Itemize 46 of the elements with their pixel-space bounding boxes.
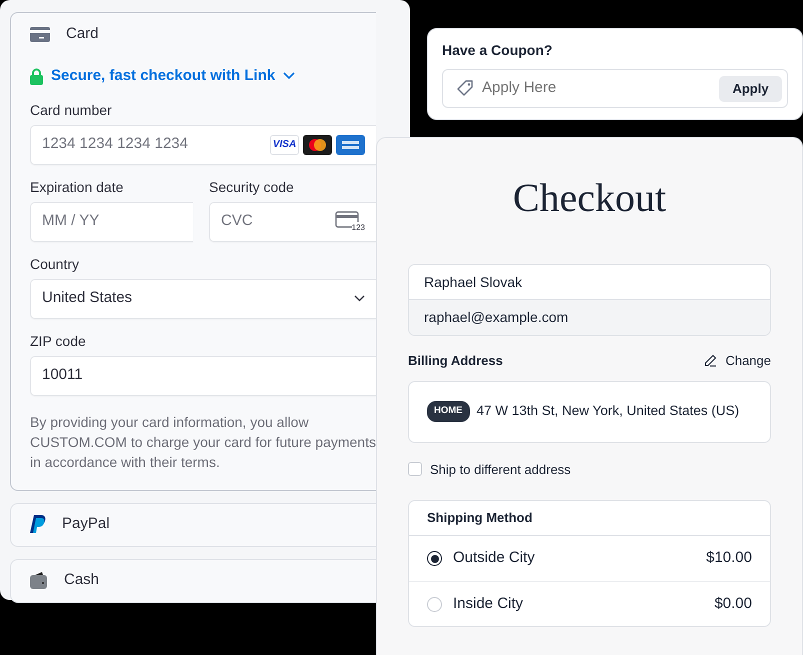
name-field[interactable]: Raphael Slovak	[409, 265, 770, 300]
checkbox-label: Ship to different address	[430, 460, 571, 479]
email-field[interactable]: raphael@example.com	[409, 300, 770, 335]
security-code-field[interactable]: CVC 123	[209, 202, 376, 242]
option-price: $10.00	[706, 548, 752, 568]
option-label: Inside City	[453, 594, 524, 614]
payment-method-panel[interactable]: PayPal	[10, 502, 376, 546]
field-label: Country	[30, 254, 80, 274]
section-title: Shipping Method	[409, 501, 770, 536]
zip-code-field[interactable]: 10011	[30, 356, 376, 396]
option-label: Outside City	[453, 548, 536, 568]
field-label: Expiration date	[30, 178, 124, 197]
card-icon	[30, 26, 50, 42]
method-label: Cash	[64, 570, 100, 590]
payment-method-panel[interactable]: Cash	[10, 558, 376, 602]
field-label: Card number	[30, 100, 113, 120]
radio-button[interactable]	[427, 551, 442, 566]
payment-method-panel[interactable]	[10, 12, 376, 490]
country-select[interactable]: United States	[30, 278, 376, 318]
coupon-field[interactable]: Apply Here Apply	[442, 69, 788, 108]
mastercard-icon	[303, 134, 332, 154]
apply-button[interactable]: Apply	[719, 76, 782, 102]
method-label: PayPal	[62, 514, 110, 534]
checkout-title: Checkout	[512, 174, 668, 222]
address-text: 47 W 13th St, New York, United States (US)	[476, 402, 740, 420]
lock-icon	[30, 68, 43, 85]
change-link[interactable]: Change	[704, 351, 771, 370]
pencil-icon	[704, 354, 718, 368]
link-text[interactable]: Secure, fast checkout with Link	[51, 65, 276, 88]
chevron-down-icon	[354, 295, 365, 302]
field-label: Security code	[209, 178, 295, 197]
paypal-icon	[30, 515, 46, 534]
coupon-title: Have a Coupon?	[442, 41, 554, 60]
address-tag: HOME	[427, 401, 470, 422]
chevron-down-icon	[283, 72, 296, 80]
option-price: $0.00	[714, 594, 752, 614]
tag-icon	[457, 80, 474, 97]
section-label: Billing Address	[408, 352, 503, 370]
method-label: Card	[66, 24, 99, 44]
expiration-field[interactable]: MM / YY	[30, 202, 194, 242]
card-number-field[interactable]: 1234 1234 1234 1234 VISA	[30, 124, 376, 164]
wallet-icon	[30, 572, 48, 589]
field-label: ZIP code	[30, 332, 87, 350]
checkbox[interactable]	[408, 462, 422, 476]
visa-logo: VISA	[270, 134, 299, 154]
card-notice: By providing your card information, you allow CUSTOM.COM to charge your card for future payments in accordance with their terms.	[30, 412, 376, 472]
